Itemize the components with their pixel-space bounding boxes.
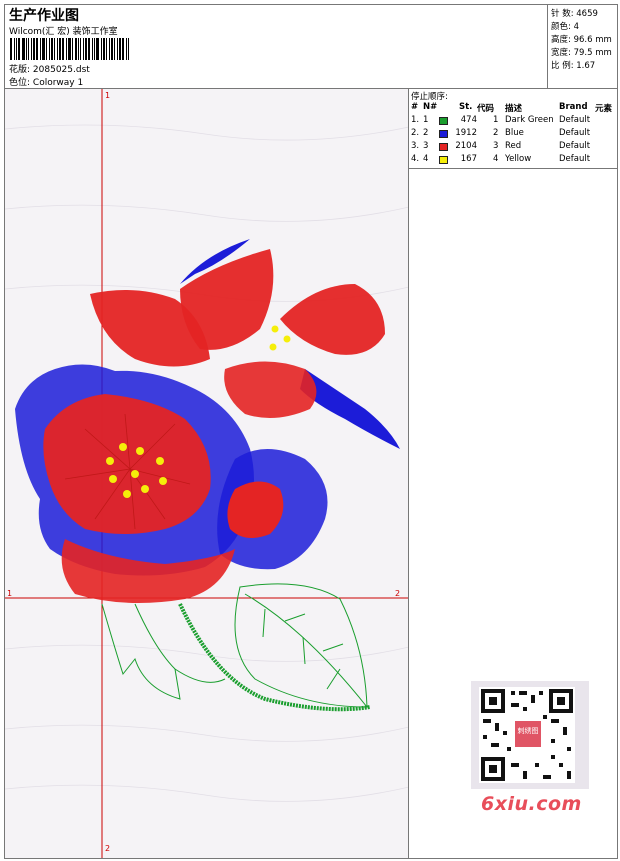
stitch-count: 167 [460,154,477,164]
stop-sequence-header: # N# St. 代码 描述 Brand 元素 [409,102,617,114]
colorway-row: 色位: Colorway 1 [9,75,83,88]
qr-code: 刺绣图 [479,687,575,783]
design-file-label: 花版: [9,65,31,75]
production-sheet: 生产作业图 Wilcom(汇 宏) 装饰工作室 花版: 2085025.dst … [4,4,618,859]
stop-sequence-row[interactable]: 1. 1 474 1 Dark Green Default [409,115,617,127]
scale-ratio: 比 例: 1.67 [551,61,596,71]
leaf-stem [178,603,371,712]
stop-sequence-row[interactable]: 2. 2 1912 2 Blue Default [409,128,617,140]
stitch-count: 1912 [455,128,477,138]
row-number: 2. [411,128,420,138]
needle-number: 3 [423,141,429,151]
color-swatch [439,156,448,164]
color-swatch [439,117,448,125]
colorway-label: 色位: [9,78,31,88]
design-width: 宽度: 79.5 mm [551,48,612,58]
qr-watermark: 刺绣图 [471,681,589,789]
stitch-count: 2104 [455,141,477,151]
company-name: Wilcom(汇 宏) 装饰工作室 [9,27,118,37]
color-description: Dark Green [505,115,554,125]
col-code: 代码 [477,104,495,114]
row-number: 4. [411,154,420,164]
col-stitches: St. [459,102,473,112]
stitch-count: 474 [460,115,477,125]
color-code: 1 [493,115,499,125]
embroidery-preview[interactable]: 1 2 1 2 [5,89,409,858]
thread-brand: Default [559,141,591,151]
axis-label-left: 1 [7,589,13,598]
page-title: 生产作业图 [9,8,79,24]
color-swatch [439,130,448,138]
design-height: 高度: 96.6 mm [551,35,612,45]
thread-brand: Default [559,115,591,125]
barcode [10,38,146,60]
stitch-count: 针 数: 4659 [551,9,598,19]
site-logo[interactable]: 6xiu.com [481,793,582,815]
col-needle: N# [423,102,438,112]
row-number: 1. [411,115,420,125]
design-stats: 针 数: 4659 颜色: 4 高度: 96.6 mm 宽度: 79.5 mm … [548,5,617,89]
design-file-row: 花版: 2085025.dst [9,62,90,75]
col-element: 元素 [595,104,613,114]
stop-sequence-title: 停止顺序: [411,92,448,102]
color-swatch [439,143,448,151]
col-brand: Brand [559,102,588,112]
axis-label-top: 1 [105,91,111,100]
thread-brand: Default [559,128,591,138]
row-number: 3. [411,141,420,151]
color-code: 2 [493,128,499,138]
header-info: 生产作业图 Wilcom(汇 宏) 装饰工作室 花版: 2085025.dst … [5,5,548,89]
color-code: 4 [493,154,499,164]
color-description: Yellow [505,154,532,164]
stop-sequence-panel: 停止顺序: # N# St. 代码 描述 Brand 元素 1. 1 474 1 Dar… [409,89,617,169]
needle-number: 2 [423,128,429,138]
color-description: Blue [505,128,524,138]
col-description: 描述 [505,104,523,114]
design-file-value: 2085025.dst [32,65,90,75]
needle-number: 1 [423,115,429,125]
color-code: 3 [493,141,499,151]
stop-sequence-row[interactable]: 4. 4 167 4 Yellow Default [409,154,617,166]
stop-sequence-row[interactable]: 3. 3 2104 3 Red Default [409,141,617,153]
axis-label-right: 2 [395,589,401,598]
needle-number: 4 [423,154,429,164]
colorway-value: Colorway 1 [32,78,84,88]
thread-brand: Default [559,154,591,164]
axis-label-bottom: 2 [105,844,111,853]
color-description: Red [505,141,522,151]
col-num: # [411,102,419,112]
color-count: 颜色: 4 [551,22,579,32]
embroidery-design [5,89,408,858]
stamp-text: 刺绣图 [518,726,539,735]
